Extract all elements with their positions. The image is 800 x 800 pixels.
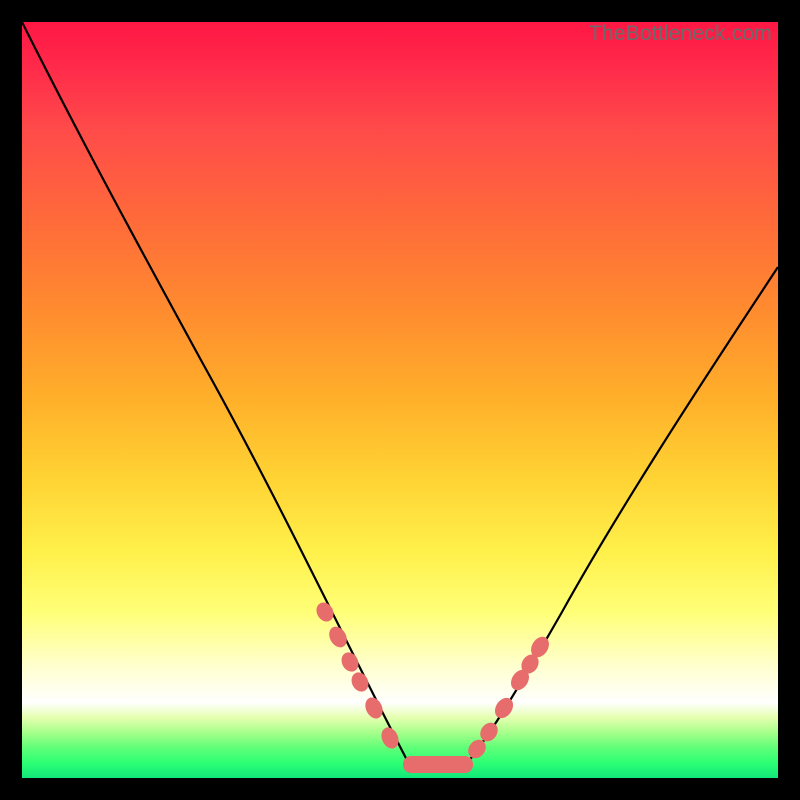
marker-right-cluster (465, 633, 553, 761)
curve-left-branch (22, 22, 408, 762)
marker-left-cluster (313, 599, 402, 751)
chart-frame: TheBottleneck.com (0, 0, 800, 800)
marker-bottom-pill (403, 756, 473, 773)
plot-area: TheBottleneck.com (22, 22, 778, 778)
chart-overlay (22, 22, 778, 778)
